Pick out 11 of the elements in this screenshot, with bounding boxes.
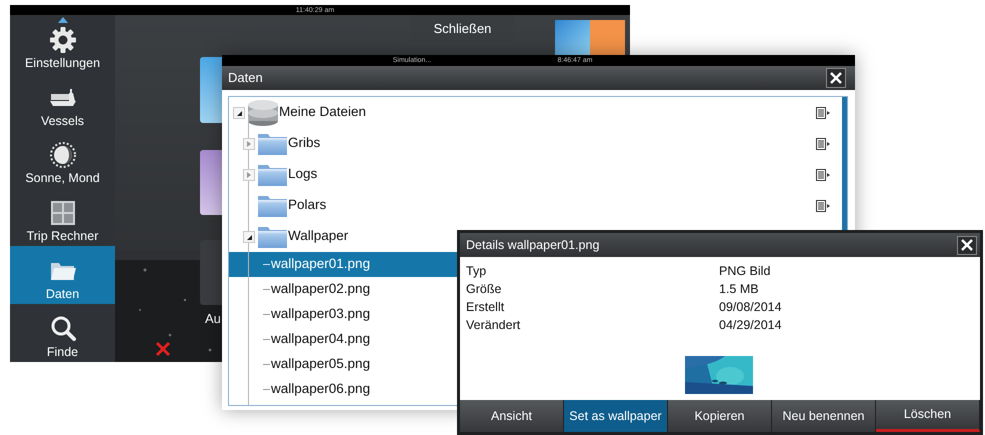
property-label: Verändert [466, 317, 522, 334]
property-label: Erstellt [466, 299, 506, 316]
window-title: Daten [228, 69, 263, 88]
property-label: Typ [466, 263, 488, 280]
app-label: Au [205, 310, 221, 328]
property-value: PNG Bild [719, 263, 772, 280]
property-value: 1.5 MB [719, 281, 760, 298]
property-value: 04/29/2014 [719, 317, 783, 334]
property-value: 09/08/2014 [719, 299, 783, 316]
property-label: Größe [466, 281, 502, 298]
dialog-title: Details wallpaper01.png [466, 236, 600, 254]
